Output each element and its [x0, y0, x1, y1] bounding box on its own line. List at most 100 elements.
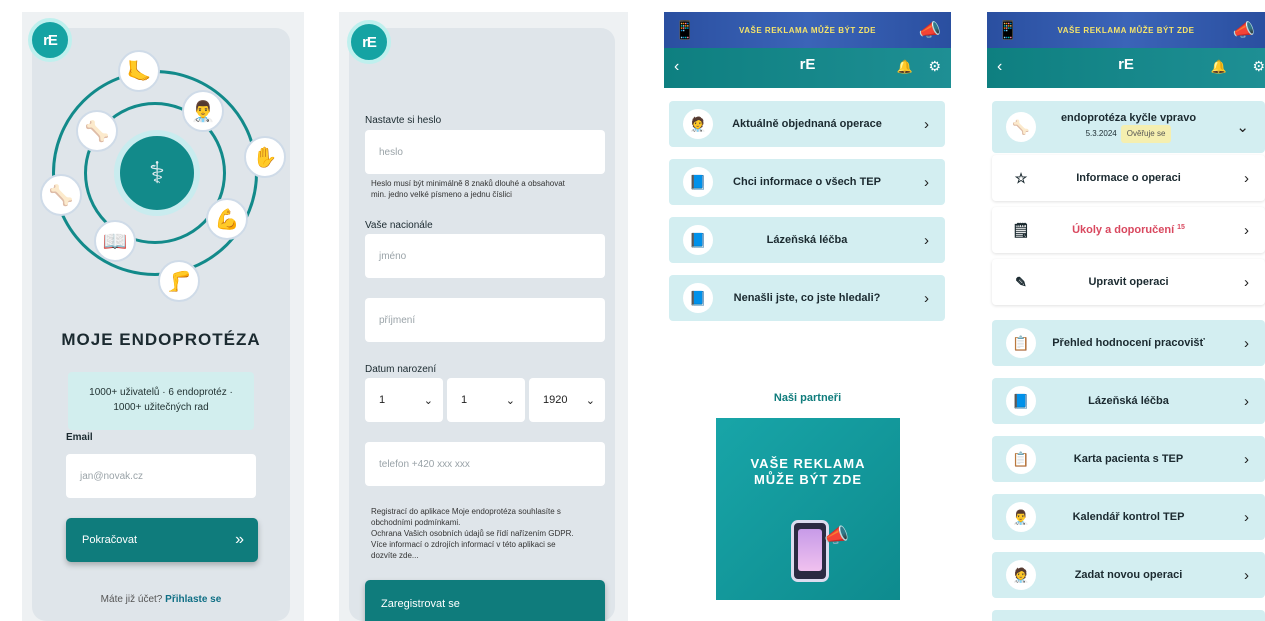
menu-item-spa[interactable]: 📘 Lázeňská léčba › [992, 378, 1265, 424]
chevron-right-icon: › [1244, 392, 1249, 410]
chevron-right-icon: › [1244, 450, 1249, 468]
dob-year-value: 1920 [543, 394, 568, 406]
operation-header[interactable]: 🦴 endoprotéza kyčle vpravo 5.3.2024 Ověřu… [992, 101, 1265, 153]
menu-item-operation-info[interactable]: ☆ Informace o operaci › [992, 155, 1265, 201]
back-icon[interactable]: ‹ [997, 58, 1002, 76]
megaphone-icon: 📣 [824, 525, 850, 547]
first-name-field[interactable]: jméno [365, 234, 605, 278]
menu-item-current-operation[interactable]: 🧑‍⚕️ Aktuálně objednaná operace › [669, 101, 945, 147]
login-screen: rE ⚕ 🦶 👨‍⚕️ 🦴 ✋ 🦴 💪 📖 🦵 MOJE ENDOPROTÉZA… [22, 12, 304, 621]
continue-button[interactable]: Pokračovat » [66, 518, 258, 562]
menu-item-new-operation[interactable]: 🧑‍⚕️ Zadat novou operaci › [992, 552, 1265, 598]
last-name-field[interactable]: příjmení [365, 298, 605, 342]
ad-banner[interactable]: 📱 VAŠE REKLAMA MŮŽE BÝT ZDE 📣 [987, 12, 1265, 48]
list-icon: 📋 [1006, 328, 1036, 358]
menu-item-spa[interactable]: 📘 Lázeňská léčba › [669, 217, 945, 263]
hip-implant-icon: ⚕ [114, 130, 200, 216]
menu-item-calendar[interactable]: 👨‍⚕️ Kalendář kontrol TEP › [992, 494, 1265, 540]
terms-line-5[interactable]: dozvíte zde... [371, 550, 574, 561]
book-icon: 📘 [1006, 386, 1036, 416]
nav-logo: rE [1118, 56, 1134, 73]
menu-item-not-found[interactable]: 📘 Nenašli jste, co jste hledali? › [669, 275, 945, 321]
bell-icon[interactable]: 🔔 [897, 59, 913, 75]
email-field[interactable]: jan@novak.cz [66, 454, 256, 498]
password-placeholder: heslo [379, 146, 403, 158]
gear-icon[interactable]: ⚙ [928, 58, 941, 75]
menu-item-ratings[interactable]: 📋 Přehled hodnocení pracovišť › [992, 320, 1265, 366]
terms-line-1: Registrací do aplikace Moje endoprotéza … [371, 507, 561, 516]
ad-banner-text: VAŠE REKLAMA MŮŽE BÝT ZDE [739, 25, 876, 35]
dob-year-select[interactable]: 1920 ⌄ [529, 378, 605, 422]
chevron-right-icon: › [1244, 508, 1249, 526]
surgeon-icon: 🧑‍⚕️ [683, 109, 713, 139]
gear-icon[interactable]: ⚙ [1252, 58, 1265, 75]
patient-reading-icon: 📖 [94, 220, 136, 262]
menu-item-tep-info[interactable]: 📘 Chci informace o všech TEP › [669, 159, 945, 205]
password-field[interactable]: heslo [365, 130, 605, 174]
chevron-down-icon: ⌄ [505, 394, 515, 407]
chevron-down-icon: ⌄ [585, 394, 595, 407]
verify-badge: Ověřuje se [1120, 125, 1172, 143]
ankle-joint-icon: 🦶 [118, 50, 160, 92]
menu-item-edit-operation[interactable]: ✎ Upravit operaci › [992, 259, 1265, 305]
register-button[interactable]: Zaregistrovat se [365, 580, 605, 621]
stats-line-2: 1000+ užitečných rad [113, 402, 209, 413]
chevron-right-icon: › [1244, 169, 1249, 187]
ad-megaphone-icon: 📣 [918, 19, 942, 40]
operation-title: endoprotéza kyčle vpravo [1060, 112, 1197, 124]
dob-label: Datum narození [365, 364, 437, 375]
terms-line-4[interactable]: Více informací o zdrojích informací v té… [371, 539, 574, 550]
back-icon[interactable]: ‹ [674, 58, 679, 76]
login-link[interactable]: Přihlaste se [165, 594, 221, 605]
knee-joint-icon: 🦴 [76, 110, 118, 152]
dob-day-value: 1 [379, 394, 386, 406]
logo-text: rE [43, 31, 58, 49]
chevron-right-icon: › [924, 115, 929, 133]
operation-screen: 📱 VAŠE REKLAMA MŮŽE BÝT ZDE 📣 ‹ rE 🔔 ⚙ 🦴… [987, 12, 1265, 621]
nav-bar: ‹ rE 🔔 ⚙ [664, 48, 951, 88]
chevron-right-icon: › [924, 173, 929, 191]
nav-bar: ‹ rE 🔔 ⚙ [987, 48, 1265, 88]
shoulder-joint-icon: 💪 [206, 198, 248, 240]
book-icon: 📘 [683, 283, 713, 313]
partner-ad-box[interactable]: VAŠE REKLAMA MŮŽE BÝT ZDE 📣 [716, 418, 900, 600]
ad-banner[interactable]: 📱 VAŠE REKLAMA MŮŽE BÝT ZDE 📣 [664, 12, 951, 48]
phone-field[interactable]: telefon +420 xxx xxx [365, 442, 605, 486]
menu-screen: 📱 VAŠE REKLAMA MŮŽE BÝT ZDE 📣 ‹ rE 🔔 ⚙ 🧑… [664, 12, 951, 621]
email-placeholder: jan@novak.cz [80, 470, 143, 482]
chevron-right-icon: › [924, 289, 929, 307]
stats-line-1: 1000+ uživatelů · 6 endoprotéz · [89, 387, 233, 398]
terms-text: Registrací do aplikace Moje endoprotéza … [371, 506, 574, 561]
knee-implant-icon: 🦵 [158, 260, 200, 302]
chevron-right-icon: › [1244, 566, 1249, 584]
chevron-right-icon: › [1244, 273, 1249, 291]
surgeon-icon: 👨‍⚕️ [182, 90, 224, 132]
menu-item-patient-card[interactable]: 📋 Karta pacienta s TEP › [992, 436, 1265, 482]
book-icon: 📘 [683, 225, 713, 255]
dob-month-value: 1 [461, 394, 468, 406]
hip-bone-icon: 🦴 [40, 174, 82, 216]
register-label: Zaregistrovat se [381, 598, 460, 610]
login-prompt: Máte již účet? Přihlaste se [32, 594, 290, 605]
surgeon-icon: 🧑‍⚕️ [1006, 560, 1036, 590]
chevron-down-icon: ⌄ [1236, 119, 1249, 136]
dob-day-select[interactable]: 1 ⌄ [365, 378, 443, 422]
terms-line-3: Ochrana Vašich osobních údajů se řídí na… [371, 529, 574, 538]
last-name-placeholder: příjmení [379, 314, 416, 326]
menu-item-label: Úkoly a doporučení [1072, 224, 1175, 236]
bell-icon[interactable]: 🔔 [1211, 59, 1227, 75]
password-hint-line-1: Heslo musí být minimálně 8 znaků dlouhé … [371, 179, 565, 188]
password-hint: Heslo musí být minimálně 8 znaků dlouhé … [371, 178, 565, 200]
dob-month-select[interactable]: 1 ⌄ [447, 378, 525, 422]
chevron-down-icon: ⌄ [423, 394, 433, 407]
chevron-right-icon: › [1244, 221, 1249, 239]
chevron-right-icon: › [1244, 334, 1249, 352]
app-title: MOJE ENDOPROTÉZA [61, 330, 261, 349]
phone-placeholder: telefon +420 xxx xxx [379, 458, 470, 470]
star-icon: ☆ [1006, 163, 1036, 193]
password-hint-line-2: min. jedno velké písmeno a jednu číslici [371, 190, 512, 199]
app-logo: rE [347, 20, 391, 64]
menu-item-tasks[interactable]: 🗒 Úkoly a doporučení 15 › [992, 207, 1265, 253]
menu-item-partial[interactable] [992, 610, 1265, 621]
ad-phone-icon: 📱 [673, 19, 697, 40]
